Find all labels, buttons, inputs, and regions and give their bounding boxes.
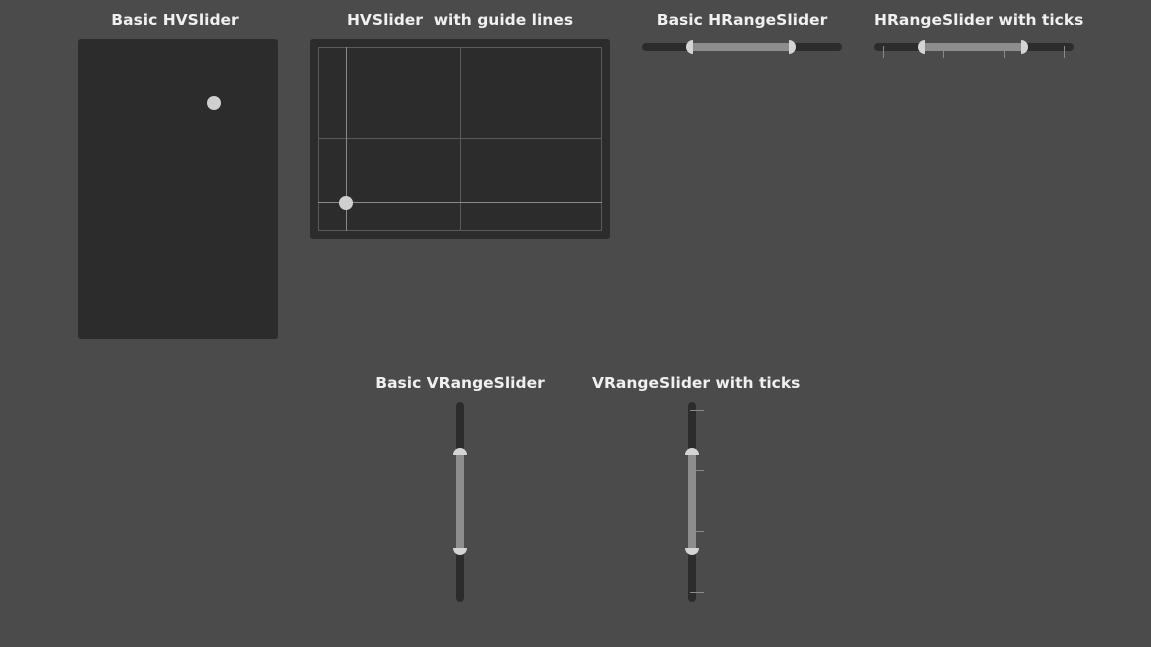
guide-border-left [318,47,319,231]
ticked-hrange-low-handle[interactable] [918,40,925,54]
basic-hvslider-area[interactable] [78,39,278,339]
ticked-vrange-fill [688,451,696,551]
hrange-tick [1064,46,1065,58]
guide-value-horizontal [318,202,602,203]
guide-center-horizontal [318,138,602,139]
basic-hrange-title: Basic HRangeSlider [656,11,828,29]
basic-vrange-fill [456,451,464,551]
hrange-tick [883,46,884,58]
hrange-tick [1004,46,1005,58]
basic-hvslider-handle[interactable] [207,96,221,110]
basic-vrange-title: Basic VRangeSlider [375,374,545,392]
vrange-tick [690,592,704,593]
vrange-tick [690,531,704,532]
guide-center-vertical [460,47,461,231]
vrange-tick [690,410,704,411]
ticked-vrange-title: VRangeSlider with ticks [592,374,801,392]
hrange-tick [943,46,944,58]
ticked-hrange-title: HRangeSlider with ticks [874,11,1084,29]
basic-hvslider-title: Basic HVSlider [111,11,239,29]
ticked-hrange-fill [924,43,1024,51]
basic-hrange-low-handle[interactable] [686,40,693,54]
guided-hvslider-title: HVSlider with guide lines [346,11,574,29]
ticked-vrange-high-handle[interactable] [685,448,699,455]
basic-vrange-high-handle[interactable] [453,448,467,455]
guide-border-right [601,47,602,231]
vrange-tick [690,470,704,471]
guided-hvslider-area[interactable] [310,39,610,239]
guided-hvslider-handle[interactable] [339,196,353,210]
basic-hrange-fill [692,43,792,51]
